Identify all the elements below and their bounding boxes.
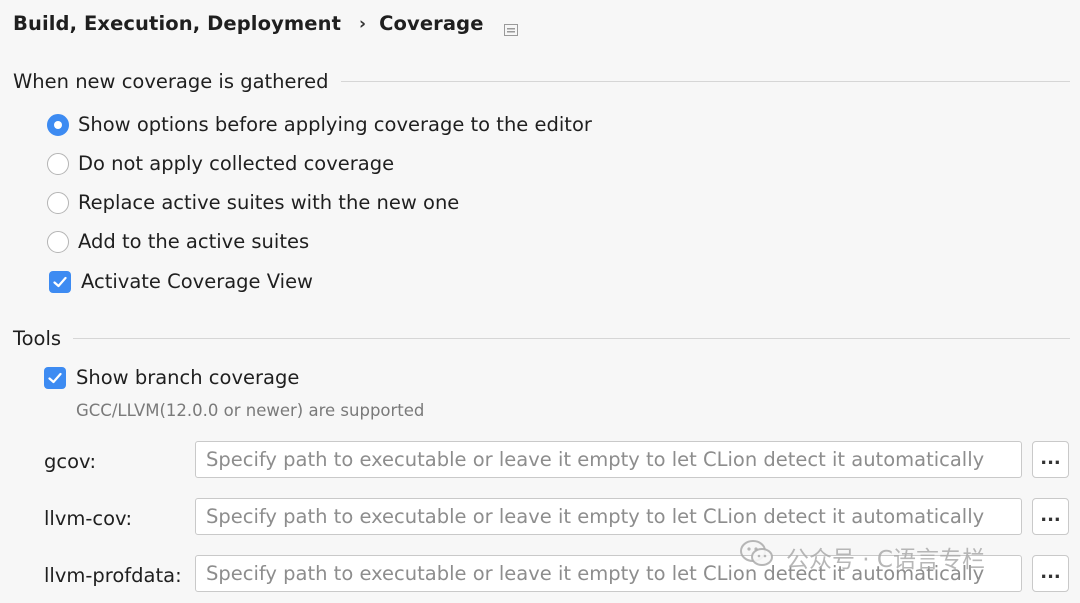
breadcrumb-parent[interactable]: Build, Execution, Deployment (13, 12, 341, 35)
support-hint: GCC/LLVM(12.0.0 or newer) are supported (76, 401, 425, 420)
checkbox-label: Show branch coverage (76, 366, 300, 389)
checkmark-icon[interactable] (49, 270, 71, 293)
radio-icon[interactable] (47, 191, 69, 214)
wechat-icon (740, 540, 774, 574)
checkbox-label: Activate Coverage View (81, 270, 314, 293)
page-title: Coverage (379, 12, 484, 35)
radio-label: Show options before applying coverage to… (78, 113, 592, 136)
show-branch-coverage-checkbox[interactable]: Show branch coverage (44, 366, 299, 389)
activate-coverage-view-checkbox[interactable]: Activate Coverage View (49, 270, 313, 293)
tools-section-title: Tools (13, 327, 62, 350)
llvm-profdata-browse-button[interactable]: ... (1032, 555, 1069, 592)
breadcrumb-separator: › (359, 13, 367, 34)
section-divider (73, 338, 1070, 339)
layout-icon[interactable] (503, 18, 518, 36)
llvm-cov-path-input[interactable]: Specify path to executable or leave it e… (195, 498, 1022, 535)
radio-icon[interactable] (47, 152, 69, 175)
tools-section-header: Tools (13, 327, 1070, 350)
gcov-browse-button[interactable]: ... (1032, 441, 1069, 478)
radio-show-options[interactable]: Show options before applying coverage to… (47, 113, 592, 136)
watermark-text: 公众号 · C语言专栏 (786, 547, 985, 573)
radio-selected-icon[interactable] (47, 113, 69, 136)
coverage-section-title: When new coverage is gathered (13, 70, 329, 93)
radio-label: Add to the active suites (78, 230, 310, 253)
radio-icon[interactable] (47, 230, 69, 253)
llvm-cov-label: llvm-cov: (44, 507, 133, 530)
llvm-cov-browse-button[interactable]: ... (1032, 498, 1069, 535)
section-divider (340, 81, 1070, 82)
radio-label: Do not apply collected coverage (78, 152, 395, 175)
breadcrumb: Build, Execution, Deployment › Coverage (13, 12, 518, 36)
llvm-profdata-label: llvm-profdata: (44, 564, 182, 587)
radio-label: Replace active suites with the new one (78, 191, 460, 214)
coverage-section-header: When new coverage is gathered (13, 70, 1070, 93)
radio-replace-suites[interactable]: Replace active suites with the new one (47, 191, 459, 214)
radio-add-suites[interactable]: Add to the active suites (47, 230, 309, 253)
gcov-path-input[interactable]: Specify path to executable or leave it e… (195, 441, 1022, 478)
gcov-label: gcov: (44, 450, 97, 473)
checkmark-icon[interactable] (44, 366, 66, 389)
radio-do-not-apply[interactable]: Do not apply collected coverage (47, 152, 394, 175)
watermark: 公众号 · C语言专栏 (740, 540, 985, 574)
